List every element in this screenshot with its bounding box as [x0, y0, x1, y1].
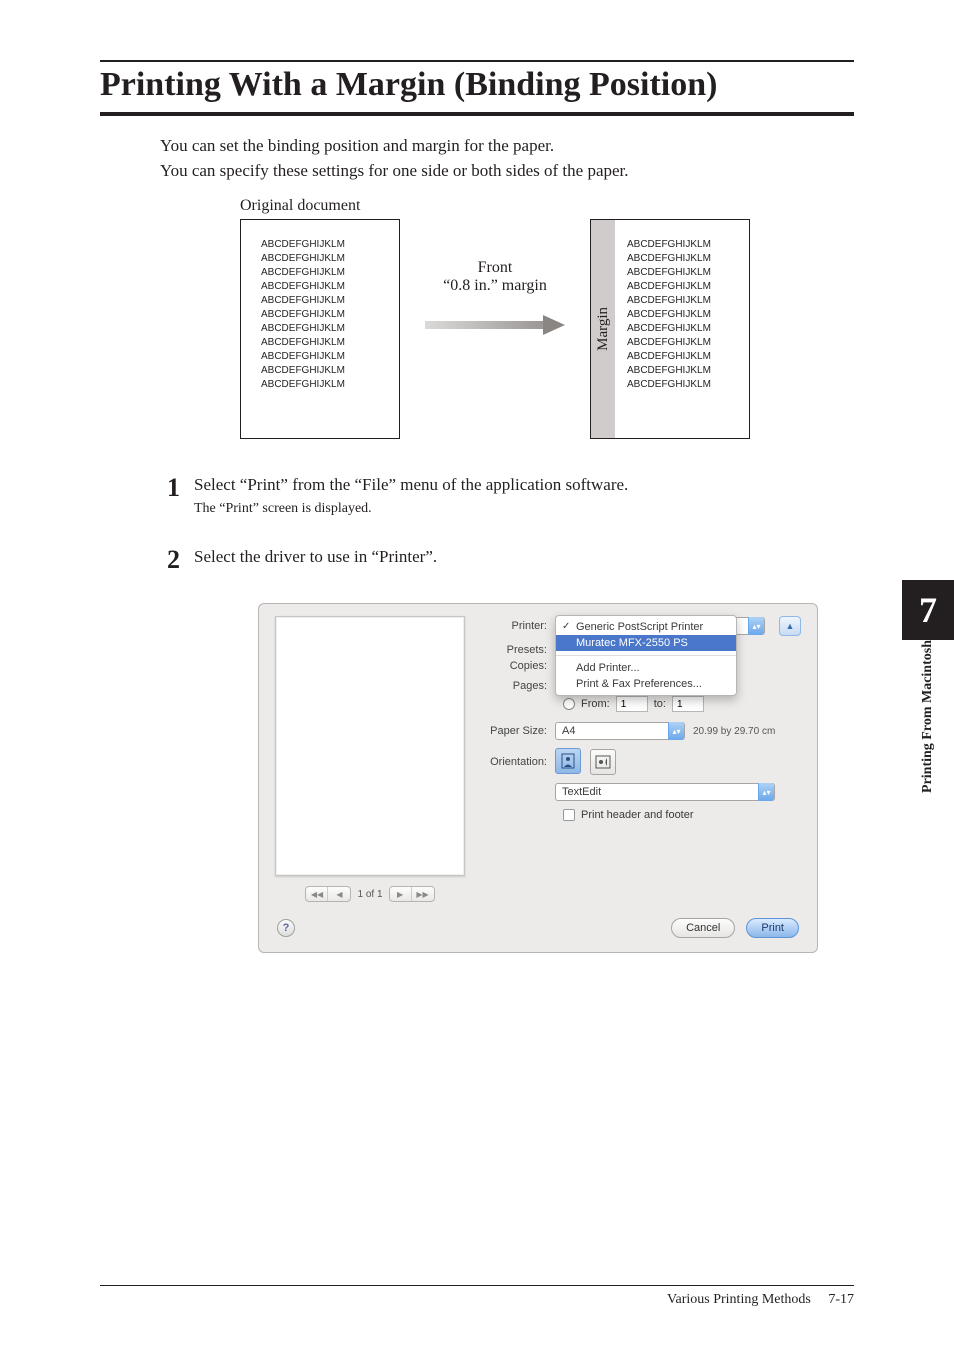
step-2: 2 Select the driver to use in “Printer”.	[160, 547, 854, 573]
pager-last-icon[interactable]: ▶▶	[412, 887, 434, 901]
pages-from-radio[interactable]	[563, 698, 575, 710]
pages-from-label: From:	[581, 698, 610, 710]
orientation-landscape-button[interactable]	[590, 749, 616, 775]
step-1: 1 Select “Print” from the “File” menu of…	[160, 475, 854, 517]
printer-option-prefs[interactable]: Print & Fax Preferences...	[556, 676, 736, 692]
pager-first-icon[interactable]: ◀◀	[306, 887, 328, 901]
paper-size-label: Paper Size:	[479, 725, 555, 737]
page-title: Printing With a Margin (Binding Position…	[100, 60, 854, 116]
pages-to-label: to:	[654, 698, 666, 710]
page-footer: Various Printing Methods 7-17	[100, 1285, 854, 1308]
chevron-updown-icon: ▴▾	[668, 722, 684, 740]
margin-value-label: “0.8 in.” margin	[420, 277, 570, 295]
printer-option-muratec[interactable]: Muratec MFX-2550 PS	[556, 635, 736, 651]
triangle-up-icon: ▲	[786, 621, 795, 631]
original-doc-label: Original document	[240, 197, 854, 215]
cancel-button[interactable]: Cancel	[671, 918, 735, 938]
pages-label: Pages:	[479, 680, 555, 692]
margin-strip-label: Margin	[593, 307, 614, 351]
app-section-select[interactable]: TextEdit ▴▾	[555, 783, 775, 801]
front-label: Front	[420, 259, 570, 277]
footer-page: 7-17	[828, 1292, 854, 1307]
original-doc-box: ABCDEFGHIJKLM ABCDEFGHIJKLM ABCDEFGHIJKL…	[240, 219, 400, 439]
chapter-label: Printing From Macintosh	[920, 640, 936, 811]
arrow-icon	[425, 313, 565, 337]
paper-size-select[interactable]: A4 ▴▾	[555, 722, 685, 740]
pager-label: 1 of 1	[357, 889, 382, 900]
orientation-label: Orientation:	[479, 756, 555, 768]
pages-to-field[interactable]	[672, 696, 704, 712]
printer-dropdown: Generic PostScript Printer Muratec MFX-2…	[555, 615, 737, 696]
diagram-center: Front “0.8 in.” margin	[420, 219, 570, 342]
intro-line-2: You can specify these settings for one s…	[160, 159, 854, 184]
header-footer-label: Print header and footer	[581, 809, 694, 821]
step-1-sub: The “Print” screen is displayed.	[194, 501, 854, 517]
print-button[interactable]: Print	[746, 918, 799, 938]
print-dialog: ◀◀ ◀ 1 of 1 ▶ ▶▶ Printer:	[258, 603, 818, 953]
diagram: Original document ABCDEFGHIJKLM ABCDEFGH…	[240, 197, 854, 439]
printer-label: Printer:	[479, 620, 555, 632]
intro-block: You can set the binding position and mar…	[160, 134, 854, 183]
step-1-text: Select “Print” from the “File” menu of t…	[194, 475, 854, 495]
pager-next-group[interactable]: ▶ ▶▶	[389, 886, 435, 902]
orientation-portrait-button[interactable]	[555, 748, 581, 774]
footer-section: Various Printing Methods	[667, 1292, 811, 1307]
step-number: 2	[160, 547, 180, 573]
intro-line-1: You can set the binding position and mar…	[160, 134, 854, 159]
paper-dim-label: 20.99 by 29.70 cm	[693, 726, 775, 737]
collapse-button[interactable]: ▲	[779, 616, 801, 636]
margin-strip: Margin	[591, 220, 615, 438]
step-number: 1	[160, 475, 180, 517]
help-button[interactable]: ?	[277, 919, 295, 937]
side-tab: 7 Printing From Macintosh	[902, 580, 954, 811]
result-doc-box: Margin ABCDEFGHIJKLM ABCDEFGHIJKLM ABCDE…	[590, 219, 750, 439]
copies-label: Copies:	[479, 660, 555, 672]
app-section-value: TextEdit	[562, 786, 601, 798]
paper-size-value: A4	[562, 725, 575, 737]
pager-prev-group[interactable]: ◀◀ ◀	[305, 886, 351, 902]
pages-from-field[interactable]	[616, 696, 648, 712]
step-2-text: Select the driver to use in “Printer”.	[194, 547, 854, 567]
menu-separator	[556, 655, 736, 656]
chapter-tab: 7	[902, 580, 954, 640]
person-landscape-icon	[595, 755, 611, 769]
preview-pager: ◀◀ ◀ 1 of 1 ▶ ▶▶	[275, 886, 465, 902]
pager-next-icon[interactable]: ▶	[390, 887, 412, 901]
print-preview	[275, 616, 465, 876]
chevron-updown-icon: ▴▾	[748, 617, 764, 635]
pager-prev-icon[interactable]: ◀	[328, 887, 350, 901]
printer-option-generic[interactable]: Generic PostScript Printer	[556, 619, 736, 635]
person-portrait-icon	[561, 753, 575, 769]
chevron-updown-icon: ▴▾	[758, 783, 774, 801]
header-footer-checkbox[interactable]	[563, 809, 575, 821]
printer-option-add[interactable]: Add Printer...	[556, 660, 736, 676]
presets-label: Presets:	[479, 644, 555, 656]
